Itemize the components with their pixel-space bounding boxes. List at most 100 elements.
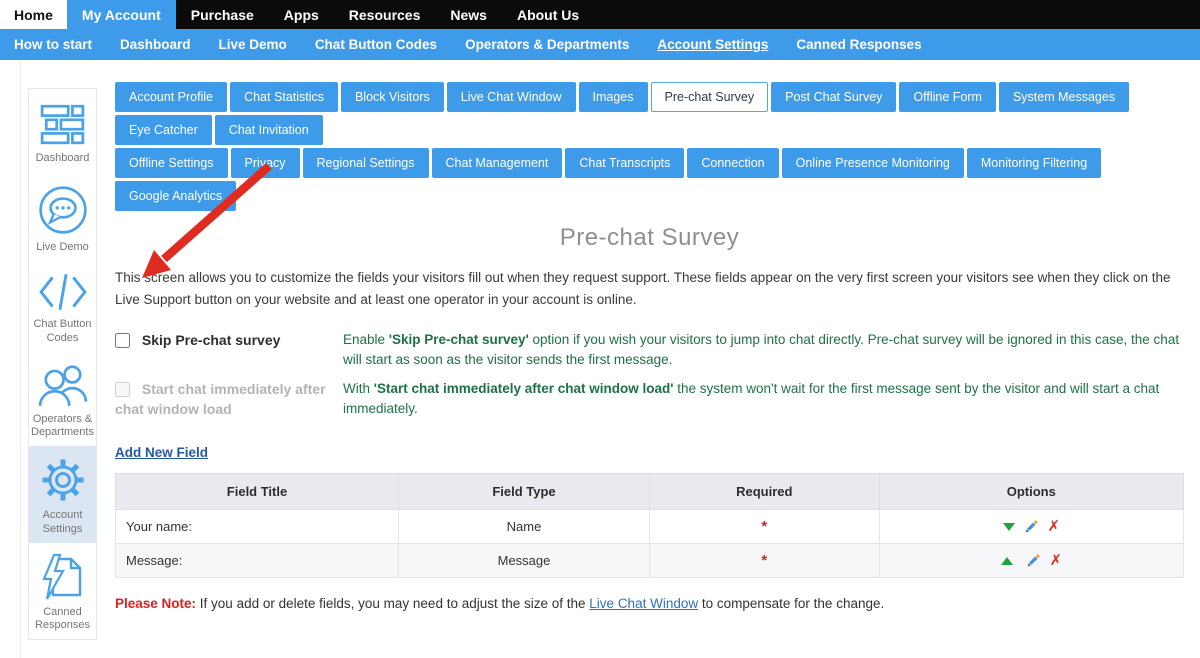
header-required: Required [649, 474, 879, 510]
subnav-item-account-settings[interactable]: Account Settings [643, 37, 782, 52]
sidebar-label: Account Settings [31, 509, 94, 537]
tab-block-visitors[interactable]: Block Visitors [341, 82, 444, 112]
option-row-skip-survey: Skip Pre-chat survey Enable 'Skip Pre-ch… [115, 330, 1184, 371]
skip-survey-description: Enable 'Skip Pre-chat survey' option if … [343, 330, 1184, 371]
field-title-cell: Message: [116, 544, 399, 578]
tab-post-chat-survey[interactable]: Post Chat Survey [771, 82, 896, 112]
add-new-field-link[interactable]: Add New Field [115, 445, 208, 460]
subnav-item-live-demo[interactable]: Live Demo [205, 37, 301, 52]
start-immediately-label: Start chat immediately after chat window… [115, 381, 326, 417]
tab-offline-form[interactable]: Offline Form [899, 82, 996, 112]
tab-chat-statistics[interactable]: Chat Statistics [230, 82, 338, 112]
tab-connection[interactable]: Connection [687, 148, 778, 178]
tab-privacy[interactable]: Privacy [231, 148, 300, 178]
tab-pre-chat-survey[interactable]: Pre-chat Survey [651, 82, 769, 112]
icon-sidebar: Dashboard Live Demo Chat Button Codes Op… [28, 88, 97, 640]
topnav-item-resources[interactable]: Resources [334, 0, 436, 29]
sidebar-item-chat-button-codes[interactable]: Chat Button Codes [29, 261, 96, 352]
content-left-border [20, 60, 21, 658]
topnav-item-my-account[interactable]: My Account [67, 0, 176, 29]
subnav-active-label: Account Settings [657, 37, 768, 52]
page-title: Pre-chat Survey [115, 224, 1184, 252]
table-row: Message: Message * ✗ [116, 544, 1184, 578]
topnav-item-news[interactable]: News [435, 0, 502, 29]
code-icon [38, 271, 88, 313]
sidebar-label: Dashboard [36, 152, 90, 166]
gear-icon [39, 456, 87, 504]
survey-fields-table: Field Title Field Type Required Options … [115, 473, 1184, 578]
account-sub-navigation: How to start Dashboard Live Demo Chat Bu… [0, 29, 1200, 60]
tab-regional-settings[interactable]: Regional Settings [303, 148, 429, 178]
row-options: ✗ [888, 519, 1175, 534]
delete-icon[interactable]: ✗ [1048, 519, 1061, 534]
topnav-item-home[interactable]: Home [0, 0, 67, 29]
field-title-cell: Your name: [116, 510, 399, 544]
desc-text: Enable [343, 332, 389, 347]
tab-account-profile[interactable]: Account Profile [115, 82, 227, 112]
desc-bold: 'Start chat immediately after chat windo… [374, 381, 674, 396]
sidebar-label: Live Demo [36, 241, 89, 255]
header-options: Options [879, 474, 1183, 510]
move-down-icon[interactable] [1003, 523, 1015, 531]
row-options: ✗ [888, 553, 1175, 568]
tab-chat-invitation[interactable]: Chat Invitation [215, 115, 323, 145]
dashboard-icon [40, 101, 86, 147]
subnav-item-canned-responses[interactable]: Canned Responses [782, 37, 935, 52]
sidebar-item-canned-responses[interactable]: Canned Responses [29, 543, 96, 640]
live-chat-window-link[interactable]: Live Chat Window [589, 596, 698, 611]
topnav-item-purchase[interactable]: Purchase [176, 0, 269, 29]
subnav-item-operators-departments[interactable]: Operators & Departments [451, 37, 643, 52]
edit-icon[interactable] [1024, 519, 1039, 534]
tab-online-presence-monitoring[interactable]: Online Presence Monitoring [782, 148, 964, 178]
required-asterisk: * [761, 518, 767, 535]
skip-survey-checkbox[interactable] [115, 333, 130, 348]
main-content: Account Profile Chat Statistics Block Vi… [115, 60, 1184, 611]
live-demo-icon [37, 184, 89, 236]
sidebar-item-account-settings[interactable]: Account Settings [29, 446, 96, 543]
edit-icon[interactable] [1026, 553, 1041, 568]
start-immediately-option: Start chat immediately after chat window… [115, 379, 343, 420]
note-text: If you add or delete fields, you may nee… [196, 596, 589, 611]
option-row-start-immediately: Start chat immediately after chat window… [115, 379, 1184, 420]
header-field-type: Field Type [399, 474, 650, 510]
topnav-item-apps[interactable]: Apps [269, 0, 334, 29]
sidebar-item-live-demo[interactable]: Live Demo [29, 174, 96, 261]
tab-live-chat-window[interactable]: Live Chat Window [447, 82, 576, 112]
sidebar-item-dashboard[interactable]: Dashboard [29, 89, 96, 174]
operators-icon [38, 362, 88, 408]
top-navigation: Home My Account Purchase Apps Resources … [0, 0, 1200, 29]
tab-monitoring-filtering[interactable]: Monitoring Filtering [967, 148, 1101, 178]
sidebar-item-operators-departments[interactable]: Operators & Departments [29, 352, 96, 447]
tab-eye-catcher[interactable]: Eye Catcher [115, 115, 212, 145]
tab-offline-settings[interactable]: Offline Settings [115, 148, 228, 178]
sidebar-label: Chat Button Codes [31, 318, 94, 346]
settings-tabs-row-1: Account Profile Chat Statistics Block Vi… [115, 82, 1184, 145]
sidebar-label: Operators & Departments [31, 413, 94, 441]
skip-survey-option: Skip Pre-chat survey [115, 330, 343, 371]
tab-system-messages[interactable]: System Messages [999, 82, 1129, 112]
tab-chat-transcripts[interactable]: Chat Transcripts [565, 148, 684, 178]
canned-responses-icon [39, 553, 87, 601]
start-immediately-description: With 'Start chat immediately after chat … [343, 379, 1184, 420]
topnav-item-about-us[interactable]: About Us [502, 0, 594, 29]
tab-google-analytics[interactable]: Google Analytics [115, 181, 236, 211]
tab-chat-management[interactable]: Chat Management [432, 148, 563, 178]
move-up-icon[interactable] [1001, 557, 1013, 565]
subnav-item-how-to-start[interactable]: How to start [0, 37, 106, 52]
start-immediately-checkbox [115, 382, 130, 397]
skip-survey-label: Skip Pre-chat survey [142, 332, 281, 348]
header-field-title: Field Title [116, 474, 399, 510]
subnav-item-chat-button-codes[interactable]: Chat Button Codes [301, 37, 451, 52]
desc-text: With [343, 381, 374, 396]
tab-images[interactable]: Images [579, 82, 648, 112]
required-asterisk: * [761, 552, 767, 569]
table-header-row: Field Title Field Type Required Options [116, 474, 1184, 510]
please-note: Please Note: If you add or delete fields… [115, 596, 1184, 611]
note-text: to compensate for the change. [698, 596, 884, 611]
desc-bold: 'Skip Pre-chat survey' [389, 332, 529, 347]
settings-tabs-row-2: Offline Settings Privacy Regional Settin… [115, 148, 1184, 211]
subnav-item-dashboard[interactable]: Dashboard [106, 37, 205, 52]
field-type-cell: Name [399, 510, 650, 544]
note-label: Please Note: [115, 596, 196, 611]
delete-icon[interactable]: ✗ [1050, 553, 1063, 568]
